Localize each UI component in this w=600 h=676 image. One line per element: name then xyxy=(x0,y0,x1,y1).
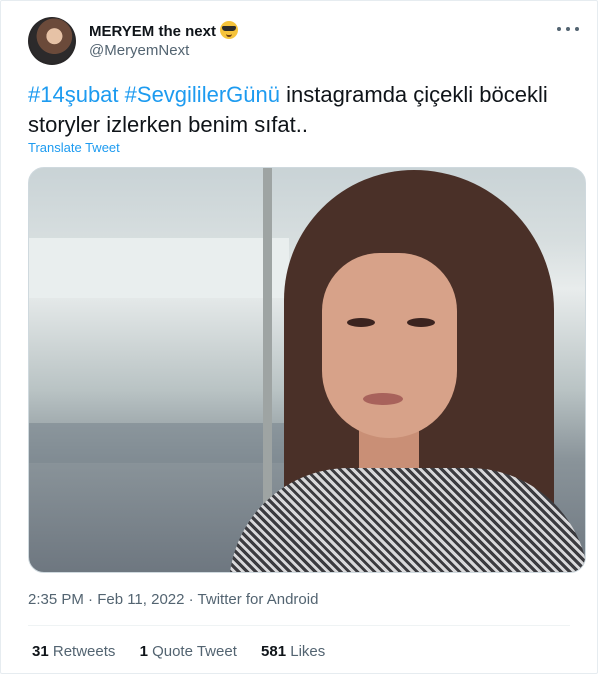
engagement-stats: 31 Retweets 1 Quote Tweet 581 Likes xyxy=(32,643,345,660)
divider xyxy=(28,625,570,626)
tweet-metadata: 2:35 PM · Feb 11, 2022 · Twitter for And… xyxy=(28,591,319,608)
author-handle[interactable]: @MeryemNext xyxy=(89,42,189,59)
quote-tweets-stat[interactable]: 1 Quote Tweet xyxy=(140,643,237,660)
author-name[interactable]: MERYEM the next xyxy=(89,21,238,40)
tweet-text: #14şubat #SevgililerGünü instagramda çiç… xyxy=(28,80,576,140)
tweet-card: MERYEM the next @MeryemNext #14şubat #Se… xyxy=(0,0,598,674)
likes-stat[interactable]: 581 Likes xyxy=(261,643,325,660)
hashtag-link[interactable]: #14şubat xyxy=(28,82,119,107)
author-name-text: MERYEM the next xyxy=(89,23,216,40)
more-options-icon[interactable] xyxy=(557,21,579,37)
smiling-face-with-sunglasses-icon xyxy=(219,21,238,39)
avatar[interactable] xyxy=(28,17,76,65)
retweets-stat[interactable]: 31 Retweets xyxy=(32,643,115,660)
translate-tweet-link[interactable]: Translate Tweet xyxy=(28,140,120,155)
hashtag-link[interactable]: #SevgililerGünü xyxy=(125,82,280,107)
tweet-photo[interactable] xyxy=(28,167,586,573)
